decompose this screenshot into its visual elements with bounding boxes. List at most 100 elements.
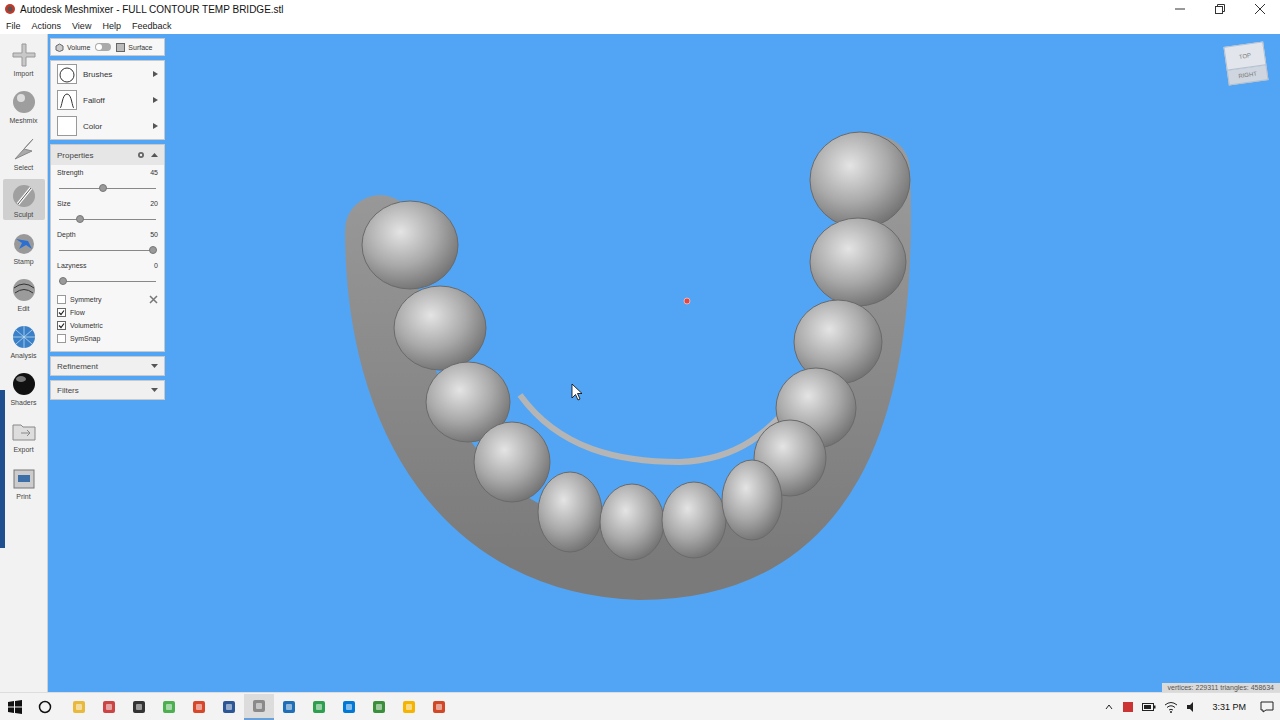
minimize-icon[interactable] bbox=[1160, 0, 1200, 18]
menu-item[interactable]: Help bbox=[102, 21, 121, 31]
property-checkbox[interactable]: SymSnap bbox=[57, 332, 158, 345]
taskbar-app-icon[interactable] bbox=[364, 694, 394, 720]
tool-menu-row[interactable]: Falloff bbox=[51, 87, 164, 113]
taskbar-app-icon[interactable] bbox=[244, 694, 274, 720]
menu-item[interactable]: File bbox=[6, 21, 21, 31]
properties-header[interactable]: Properties bbox=[51, 145, 164, 165]
taskbar-app-icon[interactable] bbox=[214, 694, 244, 720]
checkbox[interactable] bbox=[57, 295, 66, 304]
meshmixer-window: Autodesk Meshmixer - FULL CONTOUR TEMP B… bbox=[0, 0, 1280, 720]
tool-button[interactable]: Meshmix bbox=[3, 85, 45, 126]
taskbar-app-icon[interactable] bbox=[94, 694, 124, 720]
tool-button[interactable]: Export bbox=[3, 414, 45, 455]
property-checkbox[interactable]: Flow bbox=[57, 306, 158, 319]
menu-item[interactable]: View bbox=[72, 21, 91, 31]
falloff-curve-icon bbox=[57, 90, 77, 110]
expand-arrow-icon bbox=[153, 97, 158, 103]
property-slider[interactable]: Depth 50 bbox=[57, 231, 158, 262]
taskbar-app-icon[interactable] bbox=[274, 694, 304, 720]
checkbox[interactable] bbox=[57, 321, 66, 330]
slider-value: 45 bbox=[150, 169, 158, 176]
tool-button[interactable]: Select bbox=[3, 132, 45, 173]
taskbar-app-icon[interactable] bbox=[334, 694, 364, 720]
tool-button[interactable]: Analysis bbox=[3, 320, 45, 361]
slider-value: 0 bbox=[154, 262, 158, 269]
slider-track[interactable] bbox=[59, 188, 156, 189]
tool-label: Stamp bbox=[13, 258, 33, 265]
brush-circle-icon bbox=[57, 64, 77, 84]
collapsed-section[interactable]: Refinement bbox=[50, 356, 165, 376]
property-checkbox[interactable]: Symmetry bbox=[57, 293, 158, 306]
slider-track[interactable] bbox=[59, 219, 156, 220]
tooth-shape bbox=[662, 482, 726, 558]
tool-button[interactable]: Import bbox=[3, 38, 45, 79]
taskbar-app-icon[interactable] bbox=[64, 694, 94, 720]
taskbar-app-icon[interactable] bbox=[424, 694, 454, 720]
slider-value: 20 bbox=[150, 200, 158, 207]
tool-button[interactable]: Print bbox=[3, 461, 45, 502]
wifi-icon[interactable] bbox=[1164, 701, 1178, 713]
tool-menu-row[interactable]: Brushes bbox=[51, 61, 164, 87]
menu-item[interactable]: Actions bbox=[32, 21, 62, 31]
taskbar-app-icon[interactable] bbox=[124, 694, 154, 720]
close-icon[interactable] bbox=[1240, 0, 1280, 18]
dental-model[interactable] bbox=[48, 34, 1280, 692]
properties-section: Properties Strength 45 Size 20 Depth 50 … bbox=[50, 144, 165, 352]
taskbar-app-icon[interactable] bbox=[154, 694, 184, 720]
view-cube[interactable]: TOP RIGHT bbox=[1223, 41, 1268, 85]
volume-icon bbox=[55, 43, 64, 52]
slider-track[interactable] bbox=[59, 281, 156, 282]
taskbar-app-icon[interactable] bbox=[184, 694, 214, 720]
collapse-arrow-icon[interactable] bbox=[151, 152, 158, 158]
slider-thumb[interactable] bbox=[59, 277, 67, 285]
taskbar-app-icon[interactable] bbox=[394, 694, 424, 720]
tool-button[interactable]: Sculpt bbox=[3, 179, 45, 220]
property-slider[interactable]: Size 20 bbox=[57, 200, 158, 231]
taskbar-app-icon[interactable] bbox=[304, 694, 334, 720]
slider-track[interactable] bbox=[59, 250, 156, 251]
tool-button[interactable]: Shaders bbox=[3, 367, 45, 408]
tool-label: Sculpt bbox=[14, 211, 33, 218]
tray-app-icon[interactable] bbox=[1122, 701, 1134, 713]
volume-surface-toggle[interactable]: Volume Surface bbox=[50, 38, 165, 56]
expand-arrow-icon[interactable] bbox=[151, 363, 158, 369]
toggle-left-label: Volume bbox=[67, 44, 90, 51]
window-title: Autodesk Meshmixer - FULL CONTOUR TEMP B… bbox=[20, 4, 284, 15]
symmetry-reset-icon[interactable] bbox=[149, 295, 158, 304]
tool-icon bbox=[10, 182, 38, 210]
slider-thumb[interactable] bbox=[99, 184, 107, 192]
checkbox[interactable] bbox=[57, 308, 66, 317]
gear-icon[interactable] bbox=[137, 151, 145, 159]
property-slider[interactable]: Strength 45 bbox=[57, 169, 158, 200]
tooth-shape bbox=[474, 422, 550, 502]
search-circle-icon[interactable] bbox=[38, 700, 52, 714]
tool-icon bbox=[10, 41, 38, 69]
notifications-icon[interactable] bbox=[1260, 701, 1274, 713]
slider-thumb[interactable] bbox=[149, 246, 157, 254]
tool-icon bbox=[10, 370, 38, 398]
tool-menu-label: Brushes bbox=[83, 70, 147, 79]
battery-icon[interactable] bbox=[1142, 702, 1156, 712]
tool-button[interactable]: Edit bbox=[3, 273, 45, 314]
collapsed-section[interactable]: Filters bbox=[50, 380, 165, 400]
toggle-switch[interactable] bbox=[95, 43, 111, 51]
checkbox[interactable] bbox=[57, 334, 66, 343]
tooth-shape bbox=[538, 472, 602, 552]
section-title: Properties bbox=[57, 151, 93, 160]
restore-icon[interactable] bbox=[1200, 0, 1240, 18]
volume-speaker-icon[interactable] bbox=[1186, 701, 1198, 713]
tool-menu-row[interactable]: Color bbox=[51, 113, 164, 139]
tool-button[interactable]: Stamp bbox=[3, 226, 45, 267]
property-checkbox[interactable]: Volumetric bbox=[57, 319, 158, 332]
menu-item[interactable]: Feedback bbox=[132, 21, 172, 31]
tray-chevron-icon[interactable] bbox=[1104, 702, 1114, 712]
tool-sidebar: Import Meshmix Select Sculpt Stamp Edit … bbox=[0, 34, 48, 692]
property-slider[interactable]: Lazyness 0 bbox=[57, 262, 158, 293]
slider-thumb[interactable] bbox=[76, 215, 84, 223]
check-icon bbox=[58, 309, 65, 316]
windows-start-icon[interactable] bbox=[8, 700, 22, 714]
3d-viewport[interactable]: Volume Surface Brushes Falloff Color Pro… bbox=[48, 34, 1280, 692]
expand-arrow-icon bbox=[153, 123, 158, 129]
expand-arrow-icon[interactable] bbox=[151, 387, 158, 393]
clock[interactable]: 3:31 PM bbox=[1212, 702, 1246, 712]
